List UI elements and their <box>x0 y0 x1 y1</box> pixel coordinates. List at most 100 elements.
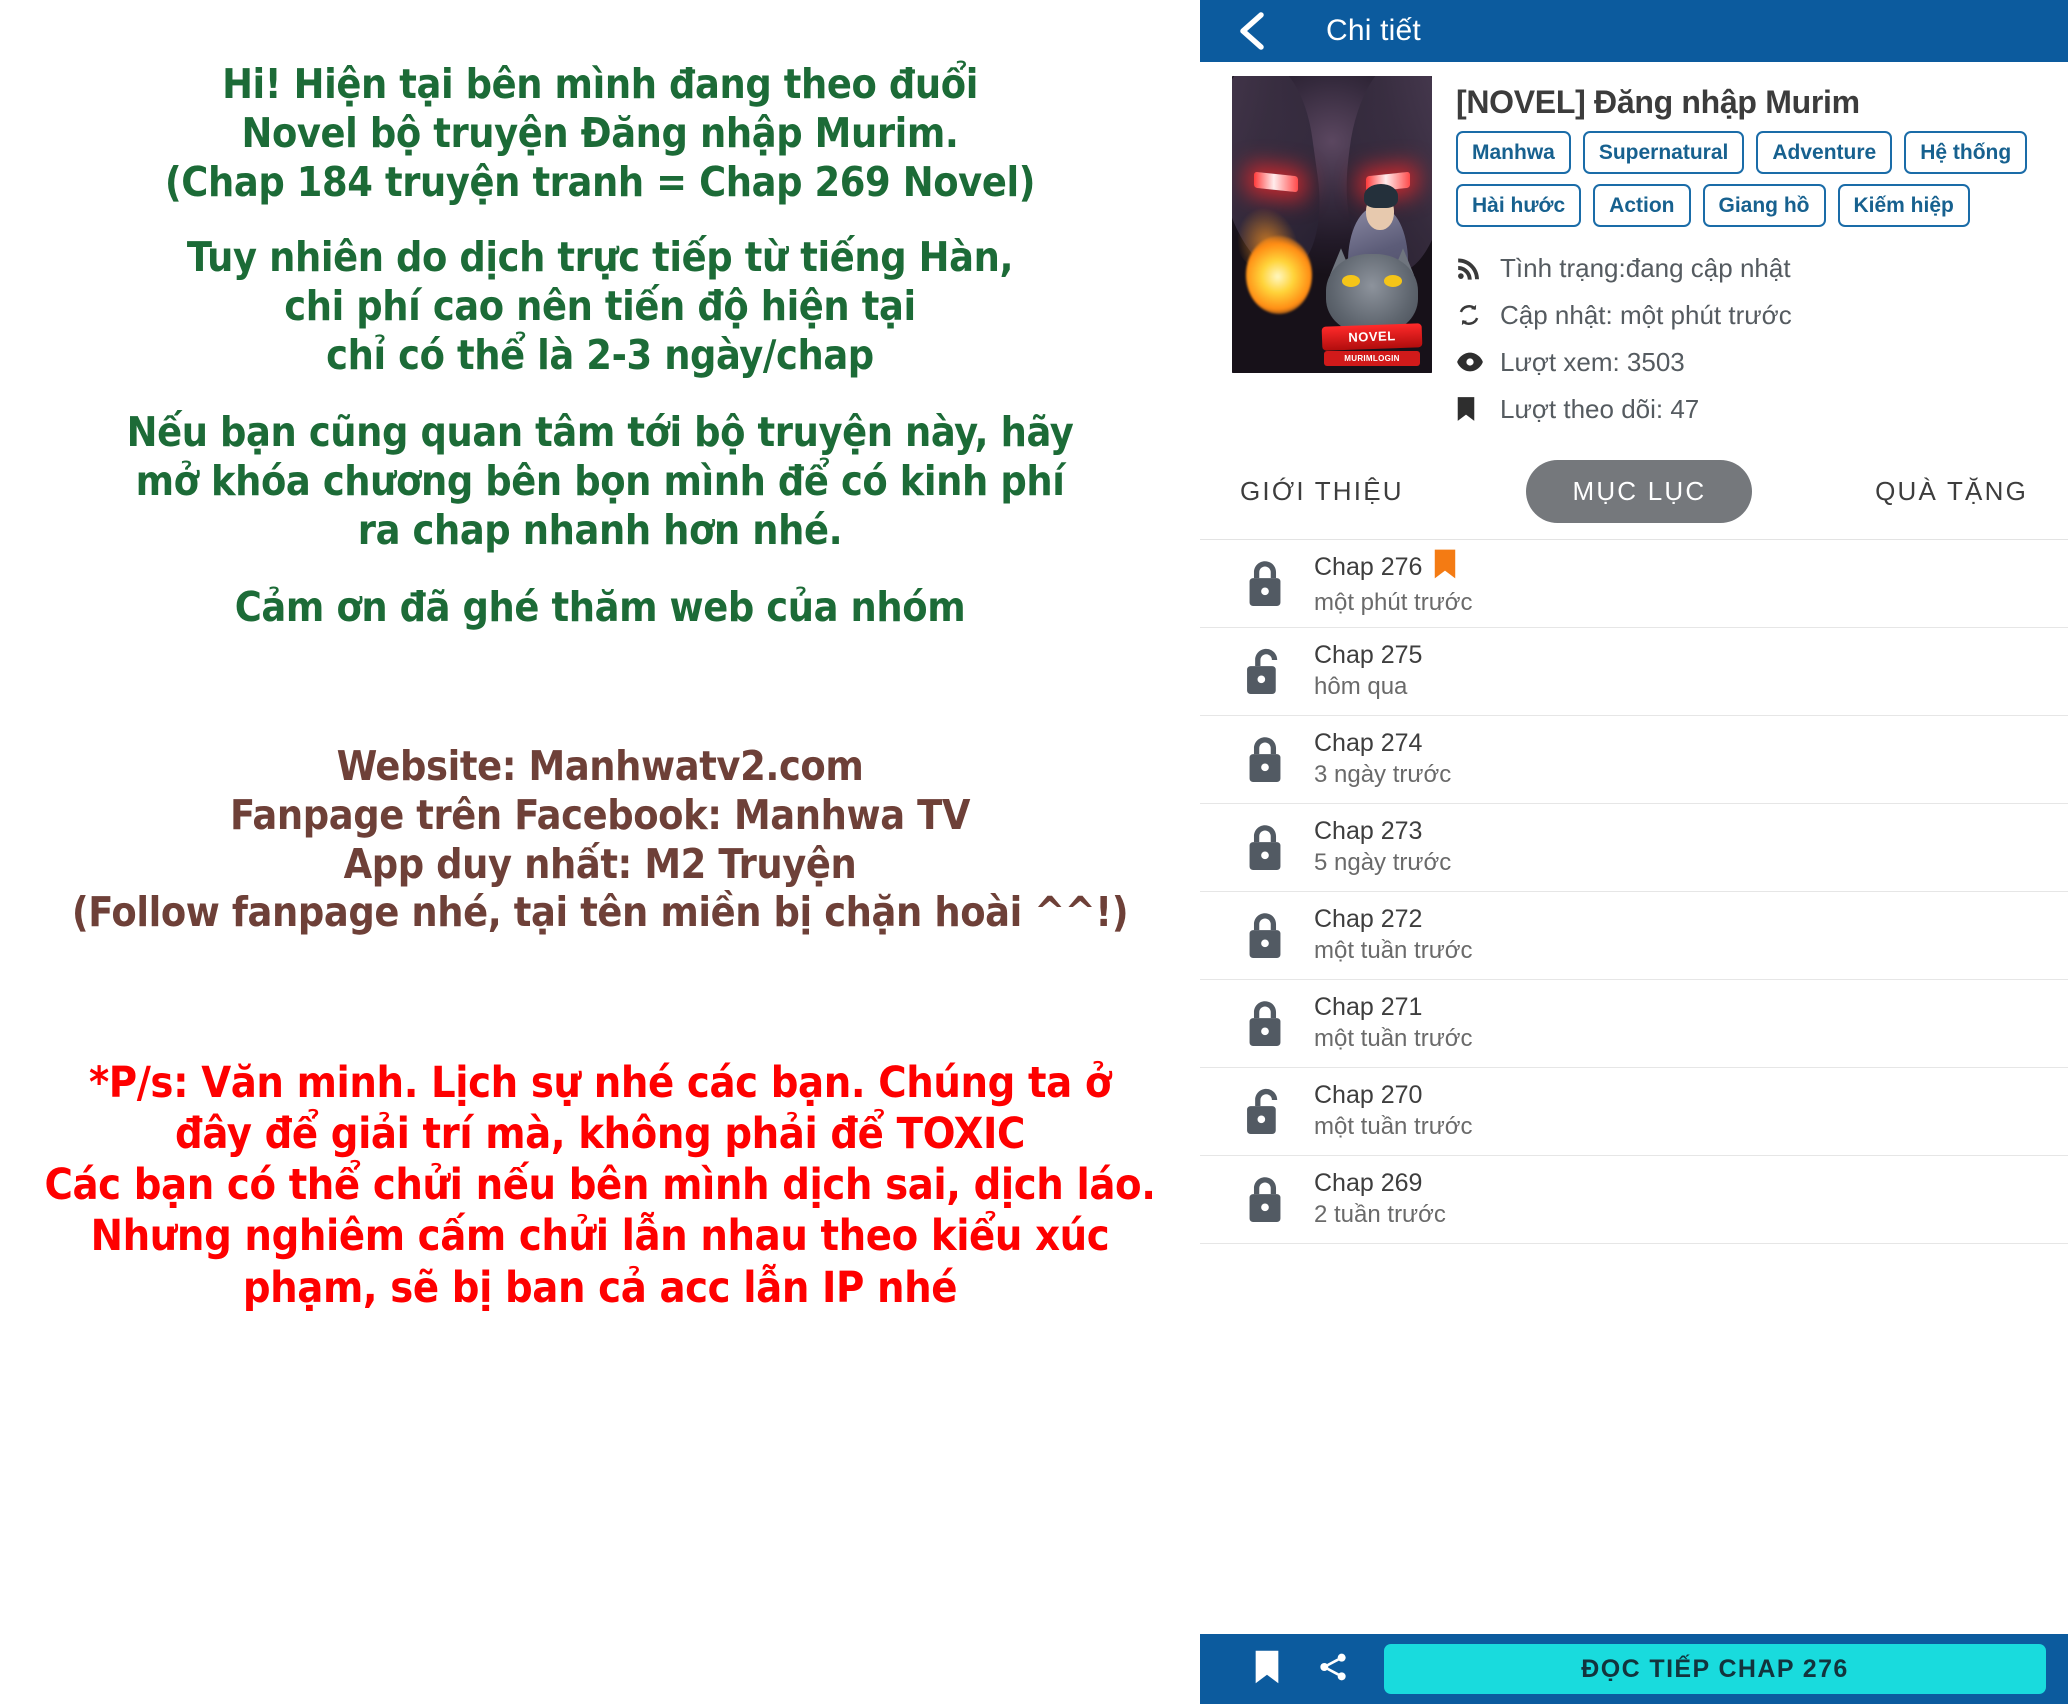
lock-closed-icon <box>1244 735 1290 785</box>
chapter-name: Chap 271 <box>1314 993 1423 1022</box>
chapter-text: Chap 271 một tuần trước <box>1314 993 1473 1053</box>
tab-muc-luc[interactable]: MỤC LỤC <box>1526 459 1753 523</box>
chapter-name-wrap: Chap 275 <box>1314 641 1422 671</box>
share-button[interactable] <box>1300 1643 1366 1695</box>
notice-green-paragraph-2: Tuy nhiên do dịch trực tiếp từ tiếng Hàn… <box>186 233 1014 379</box>
cover-fireball <box>1246 236 1312 314</box>
status-row: Tình trạng:đang cập nhật <box>1456 255 2052 281</box>
page-title: Chi tiết <box>1326 14 1421 47</box>
chapter-time: một tuần trước <box>1314 1024 1473 1052</box>
genre-tag[interactable]: Supernatural <box>1582 131 1745 174</box>
book-meta-list: Tình trạng:đang cập nhật Cập nhật: một p… <box>1456 255 2052 422</box>
genre-tag[interactable]: Kiếm hiệp <box>1837 184 1970 227</box>
chapter-text: Chap 272 một tuần trước <box>1314 905 1473 965</box>
cover-logo-primary: NOVEL <box>1321 323 1423 351</box>
cover-cat-logo <box>1326 254 1418 335</box>
chapter-name: Chap 272 <box>1314 905 1423 934</box>
chapter-name: Chap 270 <box>1314 1081 1423 1110</box>
screen-root: Hi! Hiện tại bên mình đang theo đuổi Nov… <box>0 0 2068 1704</box>
views-row: Lượt xem: 3503 <box>1456 349 2052 375</box>
cover-cat-eye-right <box>1384 274 1402 287</box>
notice-contact-info: Website: Manhwatv2.com Fanpage trên Face… <box>71 742 1129 937</box>
updated-text: Cập nhật: một phút trước <box>1500 300 1792 330</box>
chapter-time: 2 tuần trước <box>1314 1200 1446 1228</box>
notice-rules-warning: *P/s: Văn minh. Lịch sự nhé các bạn. Chú… <box>44 1058 1156 1313</box>
eye-icon <box>1456 349 1490 375</box>
table-row[interactable]: Chap 273 5 ngày trước <box>1200 804 2068 892</box>
chapter-name: Chap 275 <box>1314 641 1423 670</box>
chapter-name: Chap 274 <box>1314 729 1423 758</box>
lock-closed-icon <box>1244 559 1290 609</box>
genre-tag[interactable]: Manhwa <box>1456 131 1571 174</box>
book-title: [NOVEL] Đăng nhập Murim <box>1456 84 1860 120</box>
cover-hero-hair <box>1364 184 1398 209</box>
chapter-name-wrap: Chap 276 <box>1314 549 1473 587</box>
chapter-name-wrap: Chap 274 <box>1314 729 1451 759</box>
book-cover-image[interactable]: NOVEL MURIMLOGIN <box>1232 76 1432 373</box>
continue-reading-button[interactable]: ĐỌC TIẾP CHAP 276 <box>1384 1644 2046 1694</box>
chapter-text: Chap 276 một phút trước <box>1314 549 1473 617</box>
chapter-text: Chap 274 3 ngày trước <box>1314 729 1451 789</box>
chapter-text: Chap 273 5 ngày trước <box>1314 817 1451 877</box>
cover-logo-secondary: MURIMLOGIN <box>1324 350 1420 366</box>
lock-closed-icon <box>1244 911 1290 961</box>
follows-text: Lượt theo dõi: 47 <box>1500 394 1700 424</box>
app-panel: Chi tiết NOVEL MURIMLOGIN [NOVEL] Đăng n… <box>1200 0 2068 1704</box>
chapter-time: một tuần trước <box>1314 1112 1473 1140</box>
back-button[interactable] <box>1230 9 1274 53</box>
genre-tag[interactable]: Hệ thống <box>1904 131 2028 174</box>
book-info-section: NOVEL MURIMLOGIN [NOVEL] Đăng nhập Murim… <box>1200 62 2068 443</box>
lock-closed-icon <box>1244 999 1290 1049</box>
bookmark-button[interactable] <box>1234 1643 1300 1695</box>
chapter-text: Chap 269 2 tuần trước <box>1314 1169 1446 1229</box>
lock-open-icon <box>1244 647 1290 697</box>
book-details: [NOVEL] Đăng nhập Murim Manhwa Supernatu… <box>1432 76 2068 443</box>
chapter-name-wrap: Chap 269 <box>1314 1169 1446 1199</box>
bookmark-flag-icon <box>1434 549 1456 587</box>
chapter-time: hôm qua <box>1314 672 1408 700</box>
follows-row: Lượt theo dõi: 47 <box>1456 396 2052 422</box>
bookmark-icon <box>1456 396 1490 422</box>
table-row[interactable]: Chap 275 hôm qua <box>1200 628 2068 716</box>
chapter-time: một phút trước <box>1314 588 1473 616</box>
notice-green-paragraph-3: Nếu bạn cũng quan tâm tới bộ truyện này,… <box>126 408 1074 554</box>
lock-closed-icon <box>1244 823 1290 873</box>
tab-gioi-thieu[interactable]: GIỚI THIỆU <box>1234 472 1410 511</box>
updated-row: Cập nhật: một phút trước <box>1456 302 2052 328</box>
lock-closed-icon <box>1244 1175 1290 1225</box>
chapter-name-wrap: Chap 272 <box>1314 905 1473 935</box>
chapter-name: Chap 269 <box>1314 1169 1423 1198</box>
chevron-left-icon <box>1235 9 1269 53</box>
app-header: Chi tiết <box>1200 0 2068 62</box>
table-row[interactable]: Chap 269 2 tuần trước <box>1200 1156 2068 1244</box>
genre-tag[interactable]: Action <box>1593 184 1691 227</box>
chapter-text: Chap 270 một tuần trước <box>1314 1081 1473 1141</box>
chapter-name-wrap: Chap 271 <box>1314 993 1473 1023</box>
genre-tag[interactable]: Giang hồ <box>1702 184 1826 227</box>
tab-qua-tang[interactable]: QUÀ TẶNG <box>1869 472 2034 511</box>
chapter-time: 3 ngày trước <box>1314 760 1452 788</box>
genre-tag-list: Manhwa Supernatural Adventure Hệ thống H… <box>1456 131 2052 227</box>
chapter-text: Chap 275 hôm qua <box>1314 641 1422 701</box>
table-row[interactable]: Chap 271 một tuần trước <box>1200 980 2068 1068</box>
genre-tag[interactable]: Hài hước <box>1456 184 1582 227</box>
status-text: Tình trạng:đang cập nhật <box>1500 253 1791 283</box>
table-row[interactable]: Chap 270 một tuần trước <box>1200 1068 2068 1156</box>
refresh-icon <box>1456 302 1490 328</box>
cover-cat-eye-left <box>1342 274 1360 287</box>
chapter-list: Chap 276 một phút trước Chap 275 hôm qua… <box>1200 539 2068 1244</box>
table-row[interactable]: Chap 272 một tuần trước <box>1200 892 2068 980</box>
table-row[interactable]: Chap 276 một phút trước <box>1200 540 2068 628</box>
genre-tag[interactable]: Adventure <box>1756 131 1893 174</box>
chapter-name-wrap: Chap 270 <box>1314 1081 1473 1111</box>
chapter-name: Chap 273 <box>1314 817 1423 846</box>
notice-green-thanks: Cảm ơn đã ghé thăm web của nhóm <box>234 583 966 631</box>
share-icon <box>1317 1651 1349 1688</box>
chapter-name: Chap 276 <box>1314 553 1423 582</box>
table-row[interactable]: Chap 274 3 ngày trước <box>1200 716 2068 804</box>
chapter-time: một tuần trước <box>1314 936 1473 964</box>
tab-bar: GIỚI THIỆU MỤC LỤC QUÀ TẶNG <box>1200 443 2068 539</box>
bookmark-icon <box>1254 1650 1280 1689</box>
lock-open-icon <box>1244 1087 1290 1137</box>
chapter-name-wrap: Chap 273 <box>1314 817 1451 847</box>
